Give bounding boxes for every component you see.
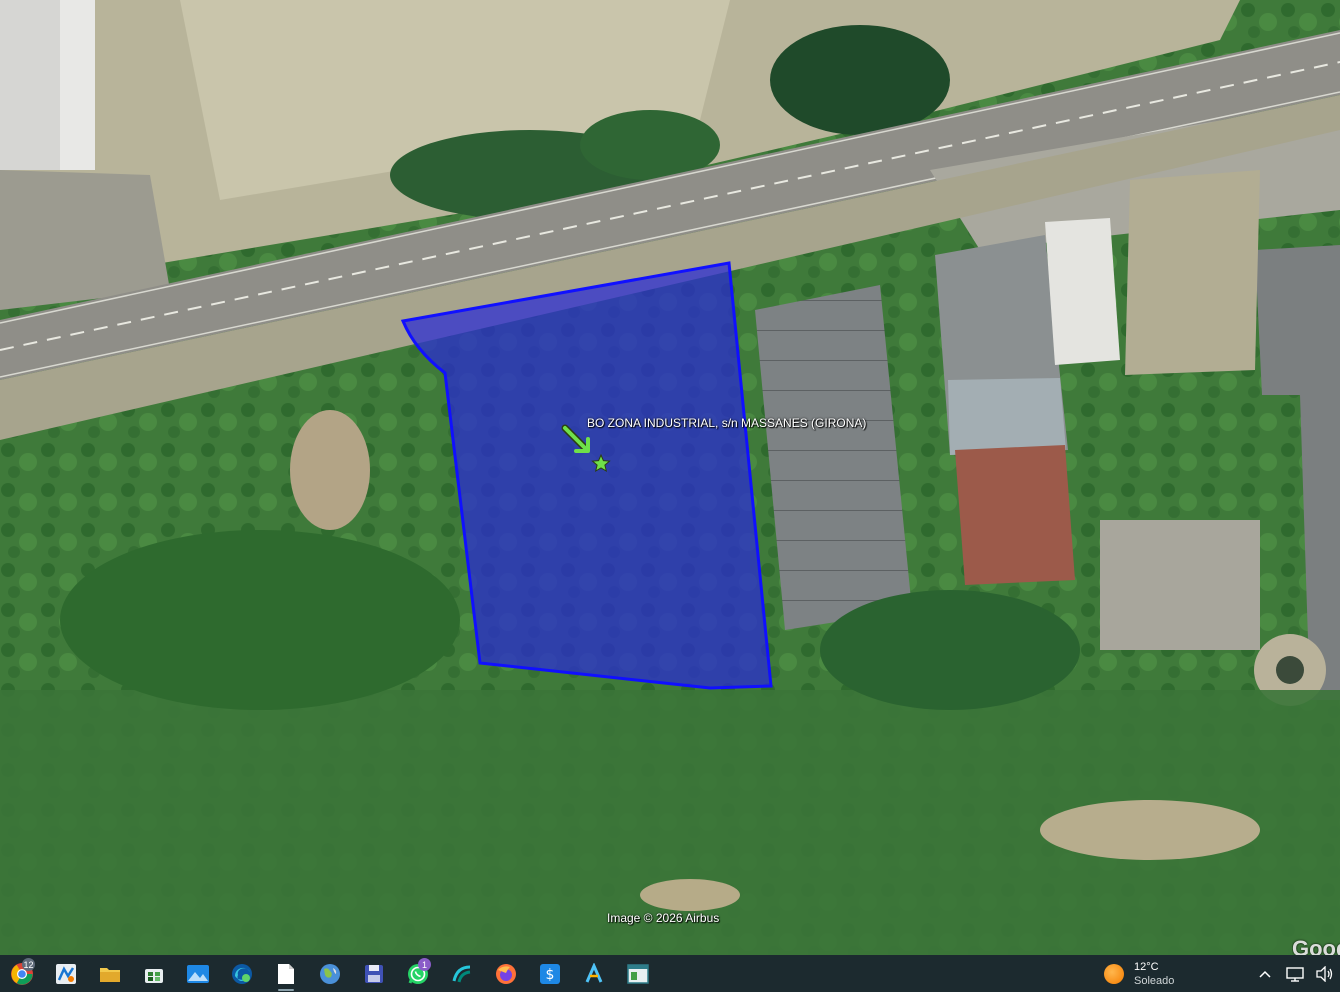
google-logo: Google: [1292, 936, 1340, 955]
taskbar-window-app[interactable]: [616, 955, 660, 992]
placemark-label[interactable]: BO ZONA INDUSTRIAL, s/n MASSANES (GIRONA…: [587, 416, 866, 430]
taskbar-photos[interactable]: [176, 955, 220, 992]
app-a-icon: [585, 962, 603, 983]
chrome-badge: 12: [22, 958, 35, 971]
taskbar-dollar-app[interactable]: $: [528, 955, 572, 992]
active-indicator: [278, 989, 294, 991]
maps-app-icon: [56, 963, 76, 984]
taskbar-a-app[interactable]: [572, 955, 616, 992]
edge-icon: [232, 963, 252, 984]
taskbar-save-app[interactable]: [352, 955, 396, 992]
tray-overflow-button[interactable]: [1250, 955, 1280, 992]
file-explorer-icon: [100, 967, 120, 982]
taskbar-google-earth[interactable]: [308, 955, 352, 992]
svg-text:$: $: [546, 967, 555, 983]
whatsapp-unread-badge: 1: [418, 958, 431, 971]
app-dollar-icon: $: [540, 963, 560, 984]
notepad-icon: [278, 963, 294, 984]
photos-icon: [187, 964, 209, 983]
taskbar-firefox[interactable]: [484, 955, 528, 992]
network-button[interactable]: [1280, 955, 1310, 992]
taskbar-wave-app[interactable]: [440, 955, 484, 992]
chevron-up-icon: [1259, 970, 1271, 978]
taskbar-chrome[interactable]: 12: [0, 955, 44, 992]
app-window-icon: [627, 963, 649, 984]
taskbar-whatsapp[interactable]: 1: [396, 955, 440, 992]
store-icon: [145, 968, 163, 983]
taskbar-edge[interactable]: [220, 955, 264, 992]
imagery-attribution: Image © 2026 Airbus: [607, 911, 720, 925]
volume-button[interactable]: [1310, 955, 1340, 992]
taskbar-store[interactable]: [132, 955, 176, 992]
taskbar-file-explorer[interactable]: [88, 955, 132, 992]
network-icon: [1286, 966, 1304, 982]
weather-temperature: 12°C: [1134, 960, 1159, 973]
weather-condition: Soleado: [1134, 974, 1175, 987]
firefox-icon: [496, 963, 516, 984]
taskbar-maps[interactable]: [44, 955, 88, 992]
google-earth-icon: [320, 963, 340, 984]
sun-icon: [1104, 963, 1124, 984]
speaker-icon: [1316, 965, 1333, 982]
satellite-map[interactable]: BO ZONA INDUSTRIAL, s/n MASSANES (GIRONA…: [0, 0, 1340, 955]
system-tray: [1250, 955, 1340, 992]
weather-widget[interactable]: 12°C Soleado: [1104, 955, 1174, 992]
save-app-icon: [365, 964, 383, 983]
taskbar-notepad[interactable]: [264, 955, 308, 992]
satellite-imagery: [0, 0, 1340, 955]
app-wave-icon: [452, 965, 471, 982]
